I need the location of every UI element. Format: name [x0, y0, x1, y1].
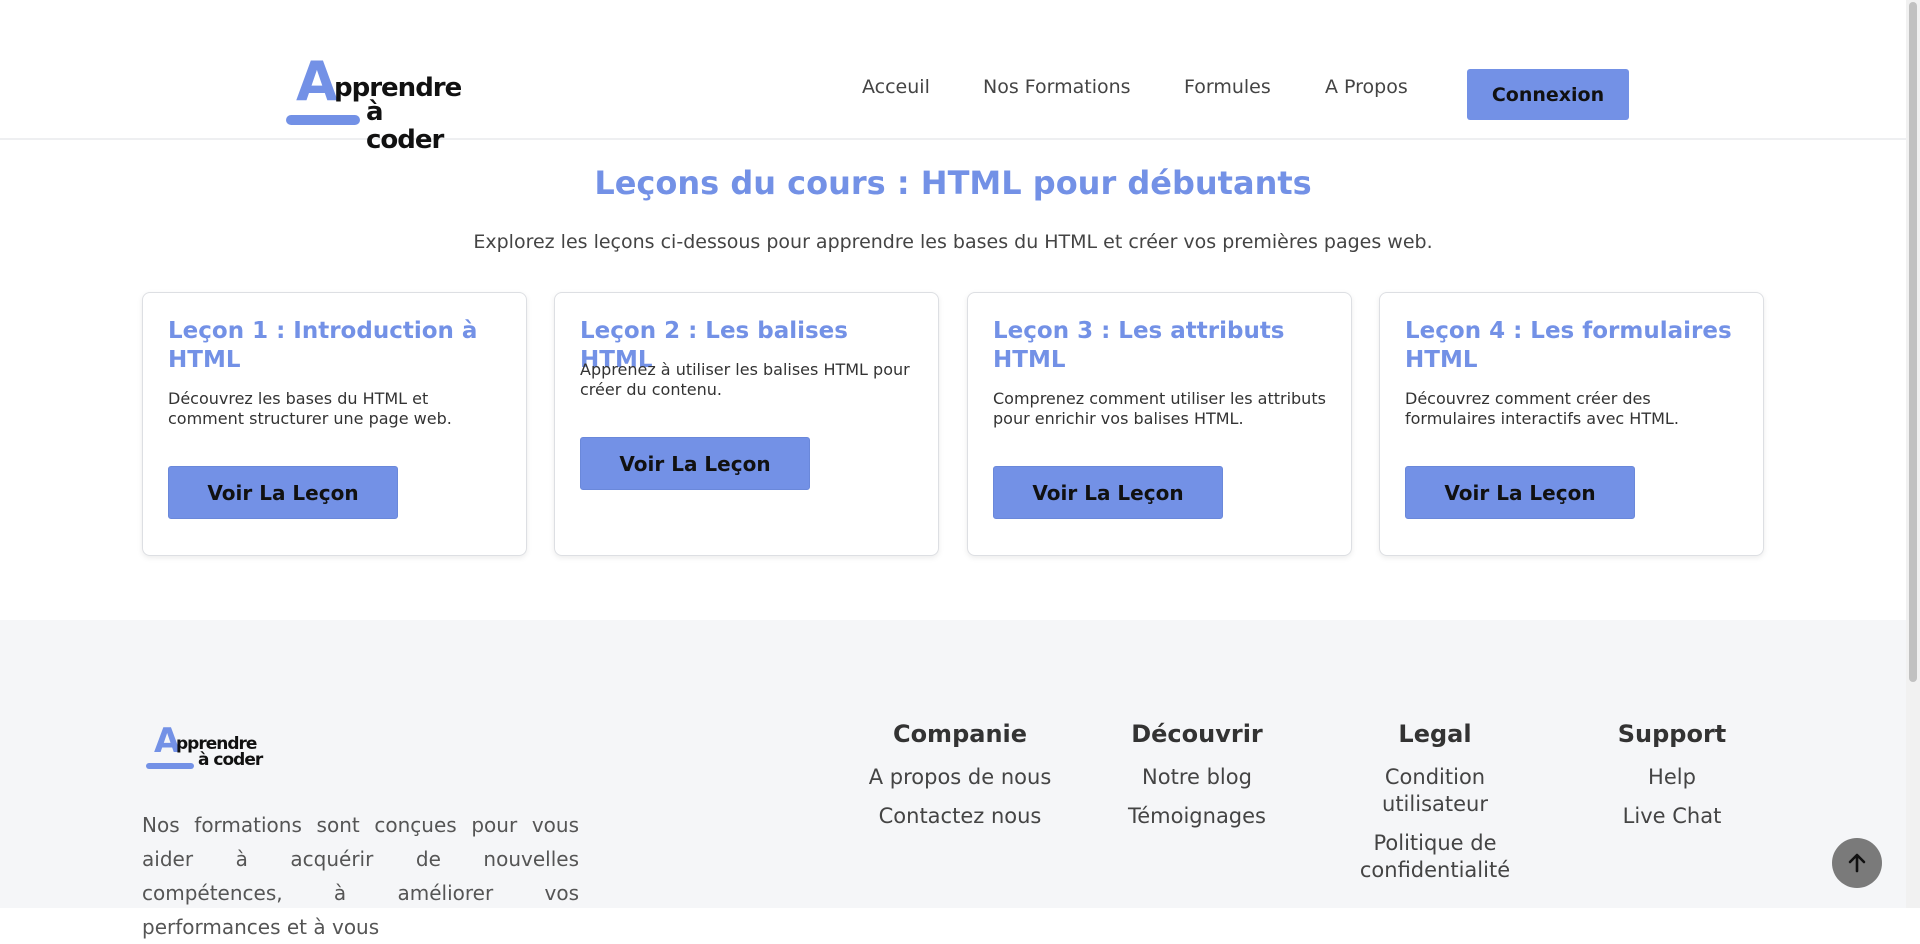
footer-link-contact[interactable]: Contactez nous [850, 803, 1070, 830]
footer-column-legal: Legal Condition utilisateur Politique de… [1325, 720, 1545, 896]
lesson-title: Leçon 3 : Les attributs HTML [993, 318, 1285, 373]
scroll-to-top-button[interactable] [1832, 838, 1882, 888]
site-header: A pprendre à coder Acceuil Nos Formation… [0, 0, 1906, 154]
view-lesson-button[interactable]: Voir La Leçon [580, 437, 810, 490]
logo-underline [286, 115, 360, 125]
nav-link-formations[interactable]: Nos Formations [983, 76, 1131, 98]
logo-letter: A [296, 50, 338, 113]
lesson-description: Découvrez comment créer des formulaires … [1405, 389, 1679, 428]
nav-link-formules[interactable]: Formules [1184, 76, 1271, 98]
footer-link-about[interactable]: A propos de nous [850, 764, 1070, 791]
lesson-description: Découvrez les bases du HTML et comment s… [168, 389, 452, 428]
footer-link-help[interactable]: Help [1562, 764, 1782, 791]
view-lesson-button[interactable]: Voir La Leçon [993, 466, 1223, 519]
page-scrollbar[interactable] [1906, 0, 1920, 908]
page-subtitle: Explorez les leçons ci-dessous pour appr… [473, 231, 1433, 253]
footer-column-title: Support [1617, 720, 1727, 748]
footer-logo-text-line2: à coder [198, 750, 263, 770]
lesson-card: Leçon 2 : Les balises HTML Apprenez à ut… [554, 292, 939, 556]
footer-column-title: Legal [1398, 720, 1472, 748]
lesson-title: Leçon 4 : Les formulaires HTML [1405, 318, 1732, 373]
footer-column-title: Découvrir [1131, 720, 1263, 748]
view-lesson-button[interactable]: Voir La Leçon [168, 466, 398, 519]
footer-link-live-chat[interactable]: Live Chat [1562, 803, 1782, 830]
scrollbar-thumb[interactable] [1909, 2, 1917, 682]
lesson-card: Leçon 1 : Introduction à HTML Découvrez … [142, 292, 527, 556]
nav-link-a-propos[interactable]: A Propos [1325, 76, 1408, 98]
footer-link-terms[interactable]: Condition utilisateur [1365, 764, 1505, 818]
site-logo[interactable]: A pprendre à coder [284, 50, 464, 154]
footer-logo[interactable]: A pprendre à coder [146, 724, 266, 772]
footer-column-companie: Companie A propos de nous Contactez nous [850, 720, 1070, 842]
site-footer: A pprendre à coder Nos formations sont c… [0, 620, 1906, 939]
footer-link-privacy[interactable]: Politique de confidentialité [1355, 830, 1515, 884]
logo-text-line2: à coder [366, 97, 444, 155]
nav-link-acceuil[interactable]: Acceuil [862, 76, 930, 98]
footer-column-support: Support Help Live Chat [1562, 720, 1782, 842]
page-title: Leçons du cours : HTML pour débutants [594, 164, 1312, 202]
footer-column-title: Companie [892, 720, 1028, 748]
footer-column-decouvrir: Découvrir Notre blog Témoignages [1087, 720, 1307, 842]
arrow-up-icon [1848, 853, 1866, 873]
footer-link-blog[interactable]: Notre blog [1087, 764, 1307, 791]
footer-logo-underline [146, 763, 194, 769]
lesson-title: Leçon 1 : Introduction à HTML [168, 318, 478, 373]
footer-link-testimonials[interactable]: Témoignages [1087, 803, 1307, 830]
lesson-card: Leçon 3 : Les attributs HTML Comprenez c… [967, 292, 1352, 556]
lesson-description: Comprenez comment utiliser les attributs… [993, 389, 1326, 428]
lesson-description: Apprenez à utiliser les balises HTML pou… [580, 360, 910, 399]
footer-description: Nos formations sont conçues pour vous ai… [142, 813, 579, 939]
view-lesson-button[interactable]: Voir La Leçon [1405, 466, 1635, 519]
login-button[interactable]: Connexion [1467, 69, 1629, 120]
lesson-card: Leçon 4 : Les formulaires HTML Découvrez… [1379, 292, 1764, 556]
